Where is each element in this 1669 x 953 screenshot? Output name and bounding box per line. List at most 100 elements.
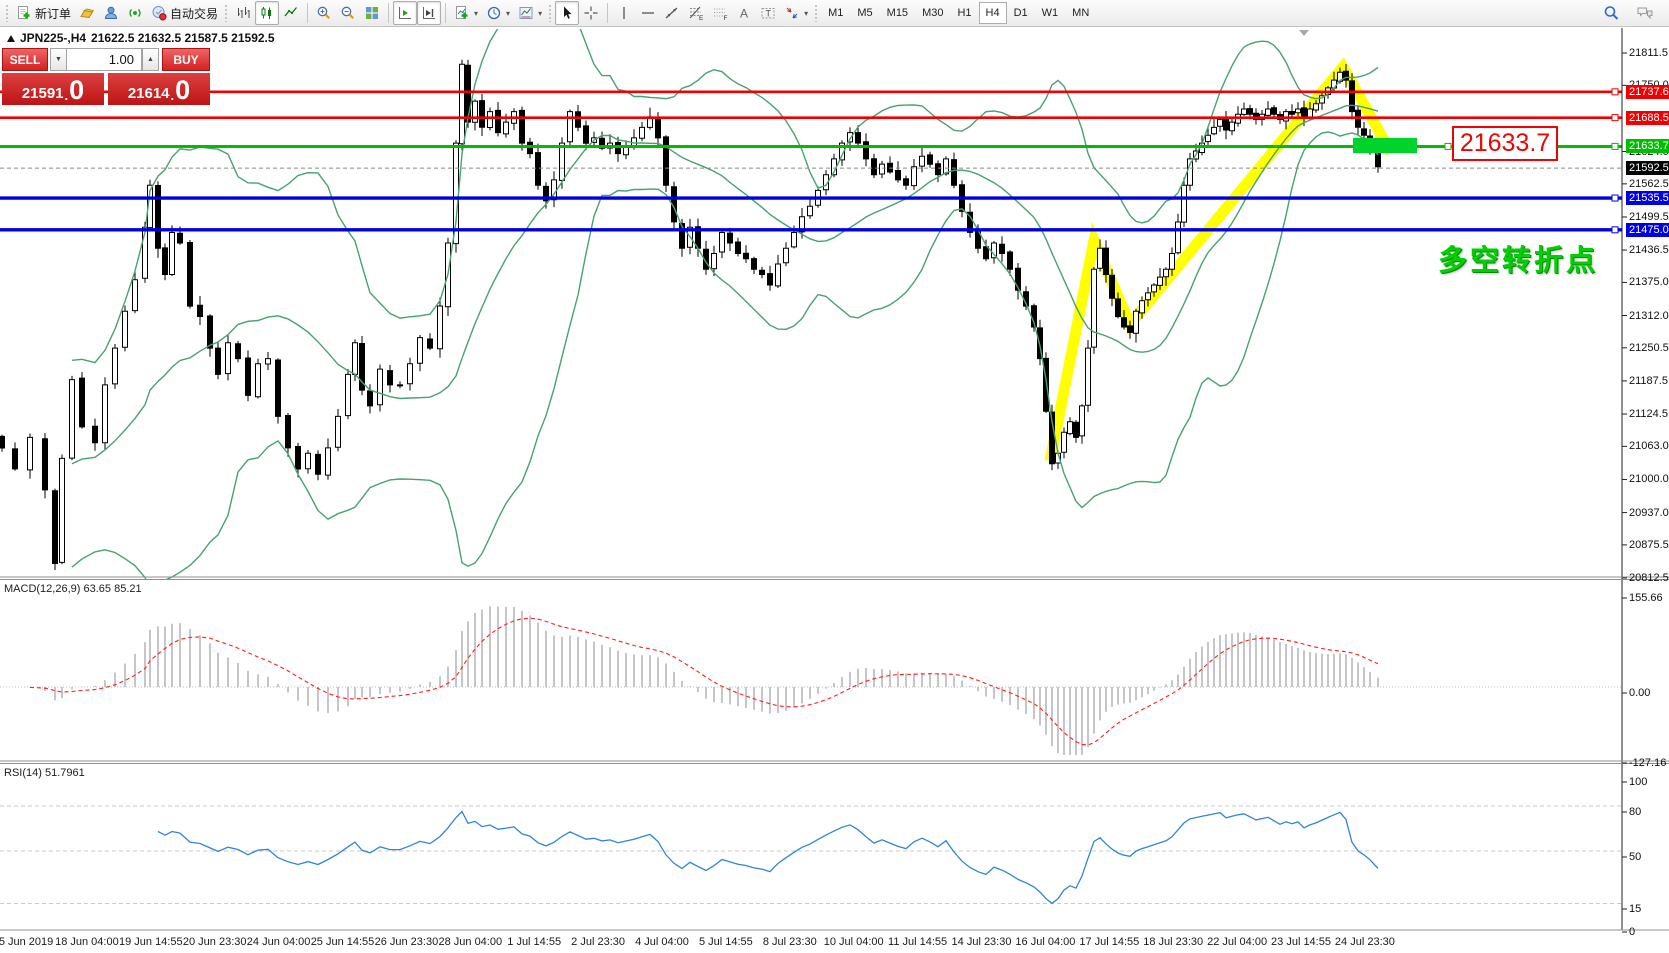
clock-icon <box>486 5 502 21</box>
toolbar-separator <box>388 3 389 23</box>
svg-text:F: F <box>724 15 728 21</box>
grid-button[interactable]: F <box>708 1 732 25</box>
horizontal-line-button[interactable] <box>636 1 660 25</box>
new-order-button[interactable]: 新订单 <box>12 1 75 25</box>
price-tick-label: 21187.5 <box>1629 375 1668 387</box>
template-icon <box>518 5 534 21</box>
tf-button-D1[interactable]: D1 <box>1007 2 1035 24</box>
chart-symbol-icon <box>7 35 15 42</box>
chart-shift-marker-icon[interactable] <box>1299 30 1309 36</box>
zoom-in-icon <box>316 5 332 21</box>
price-tick-label: 21063.0 <box>1629 440 1669 452</box>
sell-price-display[interactable]: 21591.0 <box>2 73 104 105</box>
rsi-axis-label: 100 <box>1629 776 1647 788</box>
signal-icon <box>127 5 143 21</box>
tf-button-M1[interactable]: M1 <box>821 2 850 24</box>
periods-button[interactable]: ▾ <box>482 1 514 25</box>
ohlc-bars-icon <box>235 5 251 21</box>
volume-down-button[interactable]: ▼ <box>50 48 67 71</box>
text-button[interactable]: A <box>732 1 756 25</box>
toolbar-grip <box>814 4 819 22</box>
price-line-badge: 21535.5 <box>1626 191 1669 205</box>
sell-price-pip: 0 <box>69 80 84 102</box>
trendline-button[interactable] <box>660 1 684 25</box>
price-tick-label: 21499.5 <box>1629 211 1669 223</box>
signals-button[interactable] <box>123 1 147 25</box>
dropdown-caret-icon: ▾ <box>506 9 510 18</box>
tf-button-W1[interactable]: W1 <box>1035 2 1066 24</box>
buy-price-main: 21614 <box>128 86 170 102</box>
zoom-in-button[interactable] <box>312 1 336 25</box>
tile-windows-icon <box>364 5 380 21</box>
price-callout-box[interactable]: 21633.7 <box>1452 126 1558 161</box>
tf-button-H4[interactable]: H4 <box>979 2 1007 24</box>
chart-canvas[interactable] <box>0 0 1669 953</box>
tf-button-MN[interactable]: MN <box>1065 2 1096 24</box>
turning-point-annotation[interactable]: 多空转折点 <box>1438 237 1598 279</box>
price-tick-label: 21000.0 <box>1629 473 1669 485</box>
horizontal-line-icon <box>640 5 656 21</box>
price-tick-label: 20937.0 <box>1629 507 1669 519</box>
timeframe-bar: M1M5M15M30H1H4D1W1MN <box>821 2 1096 24</box>
auto-scroll-icon <box>397 5 413 21</box>
fibonacci-button[interactable]: E <box>684 1 708 25</box>
tf-button-M5[interactable]: M5 <box>850 2 879 24</box>
bar-chart-button[interactable] <box>231 1 255 25</box>
price-line-badge: 21475.0 <box>1626 223 1669 237</box>
dropdown-caret-icon: ▾ <box>538 9 542 18</box>
sell-button[interactable]: SELL <box>2 48 48 71</box>
search-button[interactable] <box>1599 1 1624 25</box>
price-line-badge: 21688.5 <box>1626 111 1669 125</box>
auto-scroll-button[interactable] <box>393 1 417 25</box>
vertical-line-button[interactable] <box>612 1 636 25</box>
one-click-trade-panel: SELL ▼ ▲ BUY 21591.0 21614.0 <box>2 48 210 105</box>
tf-button-M15[interactable]: M15 <box>880 2 915 24</box>
auto-trading-label: 自动交易 <box>170 5 218 22</box>
indicators-button[interactable]: ▾ <box>450 1 482 25</box>
zoom-out-button[interactable] <box>336 1 360 25</box>
decimal-separator: . <box>171 89 175 102</box>
toolbar-separator <box>607 3 608 23</box>
price-line-badge: 21633.7 <box>1626 139 1669 153</box>
decimal-separator: . <box>65 89 69 102</box>
price-tick-label: 21811.5 <box>1629 47 1668 59</box>
candlestick-chart-button[interactable] <box>255 1 279 25</box>
crosshair-button[interactable] <box>579 1 603 25</box>
buy-button[interactable]: BUY <box>162 48 210 71</box>
cursor-icon <box>559 5 575 21</box>
volume-input[interactable] <box>66 48 142 71</box>
dropdown-caret-icon: ▾ <box>804 9 808 18</box>
accounts-button[interactable] <box>99 1 123 25</box>
symbol-title: JPN225-,H4 21622.5 21632.5 21587.5 21592… <box>7 31 275 45</box>
market-watch-button[interactable] <box>75 1 99 25</box>
profile-icon <box>103 5 119 21</box>
sell-price-main: 21591 <box>22 86 64 102</box>
symbol-name: JPN225-,H4 <box>20 31 86 45</box>
rsi-axis-label: 50 <box>1629 851 1641 863</box>
cursor-button[interactable] <box>555 1 579 25</box>
volume-up-button[interactable]: ▲ <box>142 48 159 71</box>
toolbar-grip <box>548 4 553 22</box>
text-label-button[interactable]: T <box>756 1 780 25</box>
arrows-button[interactable]: ▾ <box>780 1 812 25</box>
dropdown-caret-icon: ▾ <box>474 9 478 18</box>
svg-text:E: E <box>699 15 704 21</box>
toolbar-separator <box>307 3 308 23</box>
tile-windows-button[interactable] <box>360 1 384 25</box>
tf-button-M30[interactable]: M30 <box>915 2 950 24</box>
line-chart-button[interactable] <box>279 1 303 25</box>
chat-icon <box>1636 5 1654 21</box>
fibonacci-icon: E <box>688 5 704 21</box>
buy-price-display[interactable]: 21614.0 <box>108 73 210 105</box>
trendline-icon <box>664 5 680 21</box>
auto-trading-button[interactable]: 自动交易 <box>147 1 222 25</box>
svg-text:A: A <box>740 7 748 21</box>
tf-button-H1[interactable]: H1 <box>950 2 978 24</box>
time-axis-label: 24 Jul 23:30 <box>1319 936 1411 948</box>
chart-shift-button[interactable] <box>417 1 441 25</box>
price-tick-label: 21375.0 <box>1629 276 1669 288</box>
templates-button[interactable]: ▾ <box>514 1 546 25</box>
chat-button[interactable] <box>1632 1 1658 25</box>
gold-ingot-icon <box>79 5 95 21</box>
add-indicator-icon <box>454 5 470 21</box>
